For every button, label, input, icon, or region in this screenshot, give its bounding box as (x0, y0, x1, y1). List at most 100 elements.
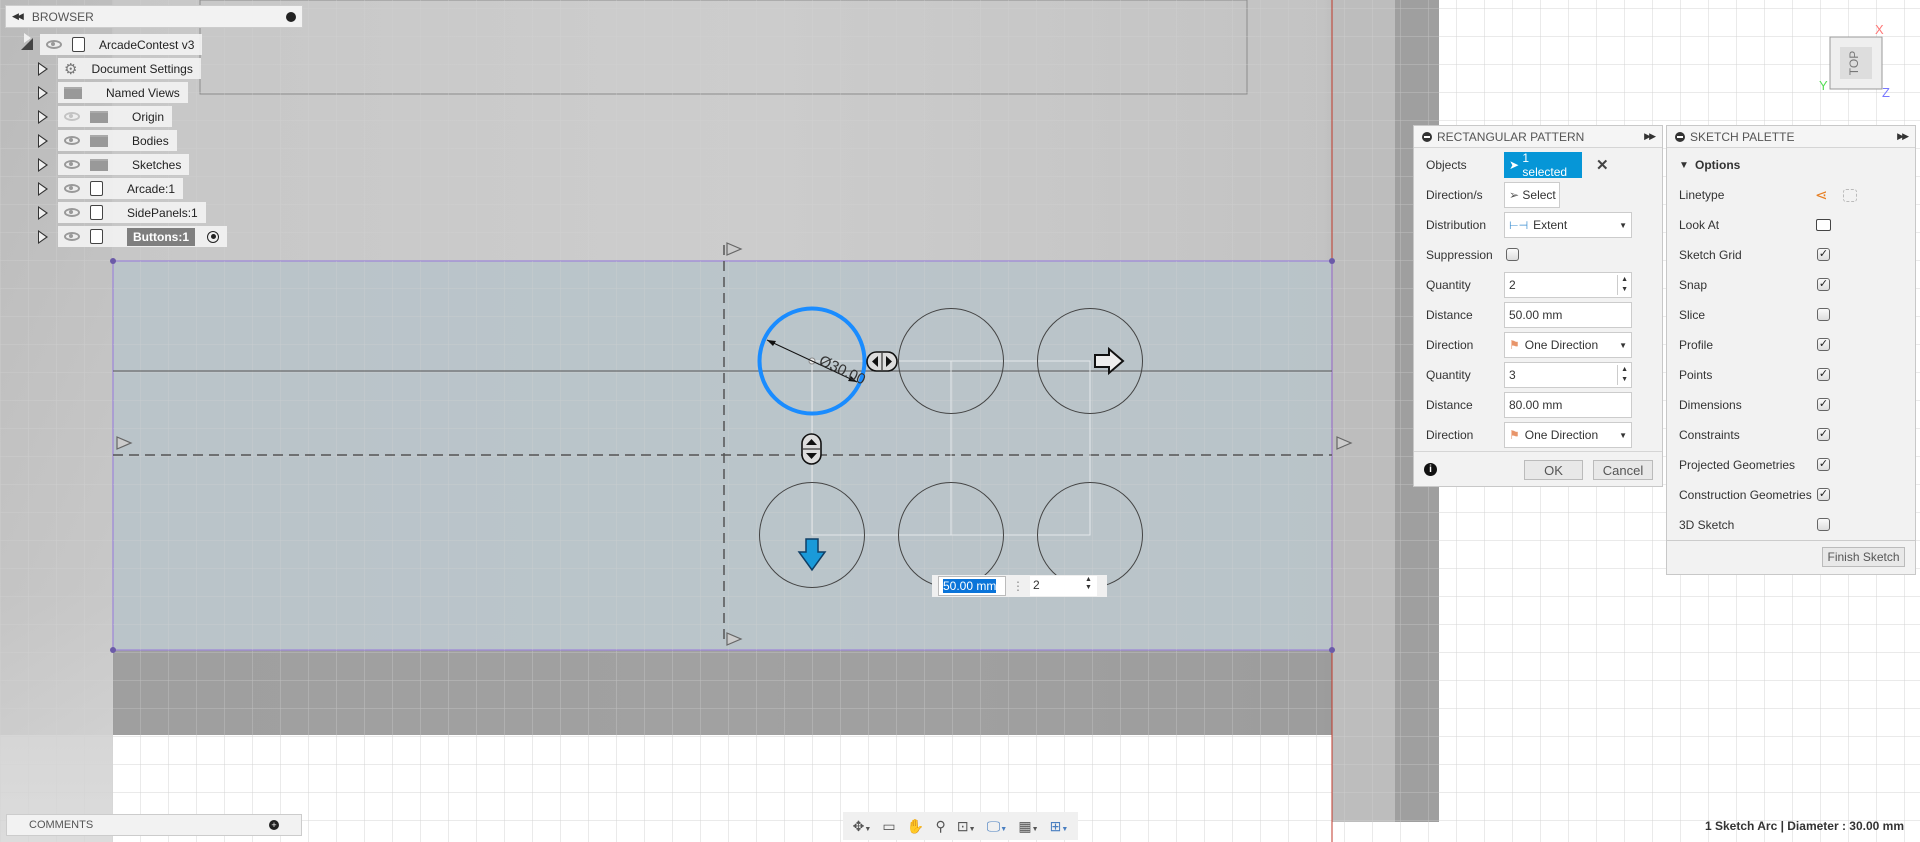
browser-item[interactable]: Arcade:1 (58, 178, 184, 199)
option-checkbox[interactable]: ✓ (1817, 458, 1830, 471)
suppression-checkbox[interactable] (1506, 248, 1519, 261)
quantity-spinner[interactable]: ▲ ▼ (1617, 275, 1631, 295)
expand-icon[interactable]: ▶▶ (1644, 131, 1656, 142)
browser-item-label: SidePanels:1 (127, 205, 198, 220)
zoom-icon[interactable]: ⚲ (935, 818, 945, 835)
body-icon (90, 181, 103, 196)
info-icon[interactable]: i (1424, 463, 1437, 476)
option-checkbox[interactable]: ✓ (1817, 398, 1830, 411)
display-settings-icon[interactable]: 🖵▼ (987, 818, 1007, 835)
browser-item[interactable]: Named Views (58, 82, 188, 103)
visibility-icon[interactable] (64, 136, 80, 145)
clear-selection-icon[interactable]: ✕ (1596, 156, 1609, 174)
visibility-icon[interactable] (64, 208, 80, 217)
quantity-spinner[interactable]: ▲ ▼ (1085, 576, 1097, 596)
orbit-icon[interactable]: ✥▼ (853, 818, 872, 835)
browser-item[interactable]: ⚙ Document Settings (58, 58, 201, 79)
quantity-input[interactable]: 2 ▲ ▼ (1504, 272, 1632, 298)
browser-item[interactable]: Origin (58, 106, 173, 127)
option-checkbox[interactable]: ✓ (1817, 488, 1830, 501)
visibility-icon[interactable] (64, 184, 80, 193)
viewcube-face[interactable]: TOP (1847, 51, 1861, 75)
horizontal-direction-handle[interactable] (866, 351, 898, 372)
browser-item[interactable]: Buttons:1 (58, 226, 227, 247)
look-at-icon[interactable]: ▭ (882, 818, 895, 835)
expand-icon[interactable]: ▶▶ (1897, 131, 1909, 142)
option-label: Profile (1679, 338, 1714, 352)
centerline-linetype-icon[interactable] (1843, 188, 1857, 202)
sketch-palette: SKETCH PALETTE ▶▶ ▼ Options Linetype ⋖ Loo… (1666, 125, 1916, 575)
expand-toggle[interactable] (38, 134, 48, 148)
option-checkbox[interactable]: ✓ (1817, 278, 1830, 291)
expand-toggle[interactable] (38, 158, 48, 172)
options-label: Options (1695, 158, 1741, 172)
visibility-icon[interactable] (64, 232, 80, 241)
finish-sketch-button[interactable]: Finish Sketch (1822, 547, 1905, 567)
axis-y-label: Y (1819, 78, 1828, 93)
distribution-dropdown[interactable]: ⊢⊣ Extent ▼ (1504, 212, 1632, 238)
add-comment-icon[interactable]: + (269, 820, 279, 830)
construction-linetype-icon[interactable]: ⋖ (1815, 186, 1828, 204)
navigation-toolbar: ✥▼ ▭ ✋ ⚲ ⊡▼ 🖵▼ ▦▼ ⊞▼ (843, 812, 1078, 840)
fit-icon[interactable]: ⊡▼ (957, 818, 976, 835)
option-checkbox[interactable]: ✓ (1817, 338, 1830, 351)
expand-toggle[interactable] (38, 230, 48, 244)
expand-toggle[interactable] (38, 110, 48, 124)
option-label: Sketch Grid (1679, 248, 1742, 262)
browser-item[interactable]: Bodies (58, 130, 177, 151)
quantity-spinner[interactable]: ▲ ▼ (1617, 365, 1631, 385)
active-component-icon[interactable] (207, 230, 219, 243)
look-at-icon[interactable] (1816, 219, 1831, 231)
option-label: Points (1679, 368, 1713, 382)
minimize-icon[interactable] (1675, 131, 1685, 142)
visibility-icon[interactable] (64, 160, 80, 169)
palette-option: Points ✓ (1667, 360, 1915, 390)
option-label: Snap (1679, 278, 1708, 292)
direction-dropdown[interactable]: ⚑ One Direction ▼ (1504, 422, 1632, 448)
minimize-icon[interactable] (1422, 131, 1432, 142)
distance-input[interactable]: 50.00 mm (1504, 302, 1632, 328)
browser-item[interactable]: Sketches (58, 154, 190, 175)
pattern-row: Suppression (1414, 240, 1662, 270)
visibility-icon[interactable] (46, 40, 62, 49)
expand-toggle[interactable] (38, 206, 48, 220)
option-checkbox[interactable] (1817, 308, 1830, 321)
palette-title: SKETCH PALETTE (1690, 129, 1795, 144)
comments-panel[interactable]: COMMENTS + (6, 814, 302, 836)
viewports-icon[interactable]: ⊞▼ (1050, 818, 1069, 835)
distance-input[interactable]: 80.00 mm (1504, 392, 1632, 418)
expand-toggle[interactable] (38, 182, 48, 196)
pattern-row: Quantity 2 ▲ ▼ (1414, 270, 1662, 300)
direction-select-button[interactable]: ➢ Select (1504, 182, 1560, 208)
cancel-button[interactable]: Cancel (1593, 460, 1653, 480)
look-at-label: Look At (1679, 218, 1720, 232)
pan-icon[interactable]: ✋ (907, 818, 924, 835)
expand-toggle[interactable] (21, 33, 33, 50)
option-checkbox[interactable]: ✓ (1817, 248, 1830, 261)
grid-icon[interactable]: ▦▼ (1018, 818, 1038, 835)
inline-distance-input[interactable]: 50.00 mm (938, 576, 1006, 596)
vertical-direction-handle[interactable] (801, 433, 822, 465)
inline-quantity-input[interactable]: 2 (1030, 576, 1085, 596)
option-checkbox[interactable] (1817, 518, 1830, 531)
direction-dropdown[interactable]: ⚑ One Direction ▼ (1504, 332, 1632, 358)
option-checkbox[interactable]: ✓ (1817, 428, 1830, 441)
pattern-row: Distribution ⊢⊣ Extent ▼ (1414, 210, 1662, 240)
option-label: Constraints (1679, 428, 1740, 442)
body-icon (90, 229, 103, 244)
browser-item[interactable]: SidePanels:1 (58, 202, 206, 223)
minimize-icon[interactable] (286, 11, 296, 22)
option-label: Dimensions (1679, 398, 1742, 412)
options-section-header[interactable]: ▼ Options (1667, 150, 1915, 180)
visibility-off-icon[interactable] (64, 112, 80, 121)
collapse-icon[interactable]: ◀◀ (12, 11, 24, 22)
option-label: 3D Sketch (1679, 518, 1735, 532)
browser-item[interactable]: ArcadeContest v3 (40, 34, 203, 55)
expand-toggle[interactable] (38, 62, 48, 76)
ok-button[interactable]: OK (1524, 460, 1583, 480)
quantity-input[interactable]: 3 ▲ ▼ (1504, 362, 1632, 388)
expand-toggle[interactable] (38, 86, 48, 100)
objects-selection-button[interactable]: ➤ 1 selected (1504, 151, 1582, 179)
option-checkbox[interactable]: ✓ (1817, 368, 1830, 381)
field-label: Suppression (1426, 248, 1493, 262)
